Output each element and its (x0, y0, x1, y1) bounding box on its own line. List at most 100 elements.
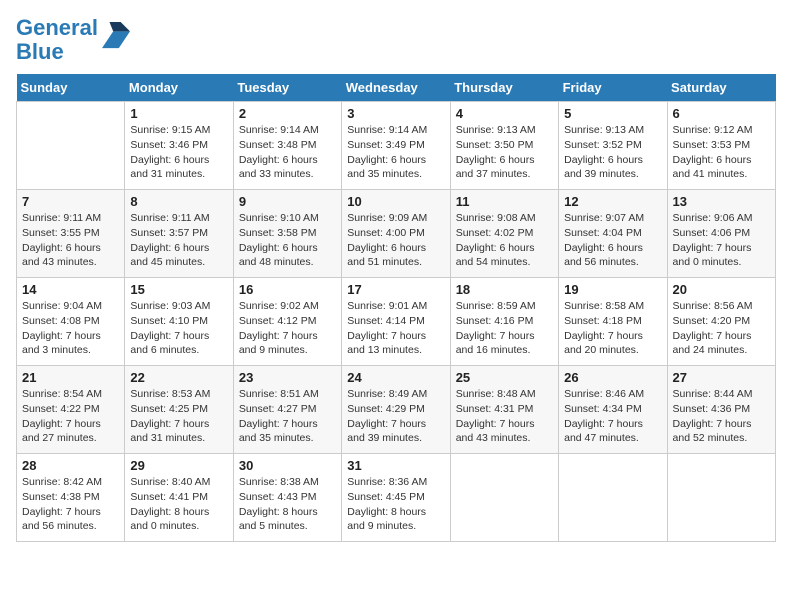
calendar-cell: 1 Sunrise: 9:15 AMSunset: 3:46 PMDaylight… (125, 102, 233, 190)
day-info: Sunrise: 9:13 AMSunset: 3:52 PMDaylight:… (564, 123, 661, 182)
day-number: 5 (564, 106, 661, 121)
calendar-cell: 7Sunrise: 9:11 AMSunset: 3:55 PMDaylight… (17, 190, 125, 278)
day-of-week-header: Friday (559, 74, 667, 102)
calendar-cell: 30 Sunrise: 8:38 AMSunset: 4:43 PMDayligh… (233, 454, 341, 542)
logo: General Blue (16, 16, 130, 64)
day-info: Sunrise: 9:12 AMSunset: 3:53 PMDaylight:… (673, 123, 770, 182)
calendar-cell: 21 Sunrise: 8:54 AMSunset: 4:22 PMDayligh… (17, 366, 125, 454)
calendar-cell: 16 Sunrise: 9:02 AMSunset: 4:12 PMDayligh… (233, 278, 341, 366)
day-info: Sunrise: 9:14 AMSunset: 3:48 PMDaylight:… (239, 123, 336, 182)
calendar-cell: 8Sunrise: 9:11 AMSunset: 3:57 PMDaylight… (125, 190, 233, 278)
calendar-cell (667, 454, 775, 542)
day-number: 16 (239, 282, 336, 297)
day-info: Sunrise: 9:07 AMSunset: 4:04 PMDaylight:… (564, 211, 661, 270)
day-of-week-header: Monday (125, 74, 233, 102)
day-number: 13 (673, 194, 770, 209)
calendar-cell: 31Sunrise: 8:36 AMSunset: 4:45 PMDayligh… (342, 454, 450, 542)
day-info: Sunrise: 8:42 AMSunset: 4:38 PMDaylight:… (22, 475, 119, 534)
day-number: 2 (239, 106, 336, 121)
day-number: 9 (239, 194, 336, 209)
calendar-cell (559, 454, 667, 542)
day-number: 28 (22, 458, 119, 473)
calendar-cell: 9 Sunrise: 9:10 AMSunset: 3:58 PMDaylight… (233, 190, 341, 278)
calendar-cell: 24Sunrise: 8:49 AMSunset: 4:29 PMDayligh… (342, 366, 450, 454)
calendar-cell: 15Sunrise: 9:03 AMSunset: 4:10 PMDayligh… (125, 278, 233, 366)
calendar-cell: 29Sunrise: 8:40 AMSunset: 4:41 PMDayligh… (125, 454, 233, 542)
day-number: 11 (456, 194, 553, 209)
calendar-cell: 11 Sunrise: 9:08 AMSunset: 4:02 PMDayligh… (450, 190, 558, 278)
calendar-cell: 5 Sunrise: 9:13 AMSunset: 3:52 PMDaylight… (559, 102, 667, 190)
day-info: Sunrise: 8:54 AMSunset: 4:22 PMDaylight:… (22, 387, 119, 446)
day-number: 21 (22, 370, 119, 385)
calendar-week-row: 14 Sunrise: 9:04 AMSunset: 4:08 PMDayligh… (17, 278, 776, 366)
day-info: Sunrise: 8:56 AMSunset: 4:20 PMDaylight:… (673, 299, 770, 358)
day-info: Sunrise: 8:38 AMSunset: 4:43 PMDaylight:… (239, 475, 336, 534)
day-number: 6 (673, 106, 770, 121)
day-info: Sunrise: 8:46 AMSunset: 4:34 PMDaylight:… (564, 387, 661, 446)
calendar-week-row: 28 Sunrise: 8:42 AMSunset: 4:38 PMDayligh… (17, 454, 776, 542)
day-info: Sunrise: 9:15 AMSunset: 3:46 PMDaylight:… (130, 123, 227, 182)
day-info: Sunrise: 8:49 AMSunset: 4:29 PMDaylight:… (347, 387, 444, 446)
day-info: Sunrise: 9:03 AMSunset: 4:10 PMDaylight:… (130, 299, 227, 358)
calendar-cell: 14 Sunrise: 9:04 AMSunset: 4:08 PMDayligh… (17, 278, 125, 366)
day-info: Sunrise: 8:40 AMSunset: 4:41 PMDaylight:… (130, 475, 227, 534)
day-number: 30 (239, 458, 336, 473)
day-number: 12 (564, 194, 661, 209)
calendar-week-row: 1 Sunrise: 9:15 AMSunset: 3:46 PMDaylight… (17, 102, 776, 190)
calendar-cell: 4 Sunrise: 9:13 AMSunset: 3:50 PMDaylight… (450, 102, 558, 190)
day-number: 7 (22, 194, 119, 209)
calendar-cell: 6 Sunrise: 9:12 AMSunset: 3:53 PMDaylight… (667, 102, 775, 190)
day-of-week-header: Sunday (17, 74, 125, 102)
calendar-cell: 10 Sunrise: 9:09 AMSunset: 4:00 PMDayligh… (342, 190, 450, 278)
day-of-week-header: Tuesday (233, 74, 341, 102)
calendar-cell: 18Sunrise: 8:59 AMSunset: 4:16 PMDayligh… (450, 278, 558, 366)
day-number: 14 (22, 282, 119, 297)
day-info: Sunrise: 9:02 AMSunset: 4:12 PMDaylight:… (239, 299, 336, 358)
day-info: Sunrise: 8:53 AMSunset: 4:25 PMDaylight:… (130, 387, 227, 446)
day-info: Sunrise: 9:08 AMSunset: 4:02 PMDaylight:… (456, 211, 553, 270)
day-info: Sunrise: 9:01 AMSunset: 4:14 PMDaylight:… (347, 299, 444, 358)
calendar-cell: 27 Sunrise: 8:44 AMSunset: 4:36 PMDayligh… (667, 366, 775, 454)
day-number: 3 (347, 106, 444, 121)
day-number: 25 (456, 370, 553, 385)
calendar-cell: 19 Sunrise: 8:58 AMSunset: 4:18 PMDayligh… (559, 278, 667, 366)
day-info: Sunrise: 8:51 AMSunset: 4:27 PMDaylight:… (239, 387, 336, 446)
day-number: 19 (564, 282, 661, 297)
day-info: Sunrise: 9:11 AMSunset: 3:57 PMDaylight:… (130, 211, 227, 270)
day-of-week-header: Thursday (450, 74, 558, 102)
day-of-week-row: SundayMondayTuesdayWednesdayThursdayFrid… (17, 74, 776, 102)
calendar-week-row: 7Sunrise: 9:11 AMSunset: 3:55 PMDaylight… (17, 190, 776, 278)
day-info: Sunrise: 9:04 AMSunset: 4:08 PMDaylight:… (22, 299, 119, 358)
day-info: Sunrise: 9:09 AMSunset: 4:00 PMDaylight:… (347, 211, 444, 270)
calendar-cell (17, 102, 125, 190)
calendar-cell: 20 Sunrise: 8:56 AMSunset: 4:20 PMDayligh… (667, 278, 775, 366)
day-info: Sunrise: 9:06 AMSunset: 4:06 PMDaylight:… (673, 211, 770, 270)
calendar-table: SundayMondayTuesdayWednesdayThursdayFrid… (16, 74, 776, 542)
day-number: 27 (673, 370, 770, 385)
day-number: 20 (673, 282, 770, 297)
calendar-cell: 3Sunrise: 9:14 AMSunset: 3:49 PMDaylight… (342, 102, 450, 190)
day-number: 10 (347, 194, 444, 209)
calendar-cell: 13 Sunrise: 9:06 AMSunset: 4:06 PMDayligh… (667, 190, 775, 278)
day-info: Sunrise: 8:58 AMSunset: 4:18 PMDaylight:… (564, 299, 661, 358)
day-info: Sunrise: 9:13 AMSunset: 3:50 PMDaylight:… (456, 123, 553, 182)
day-number: 1 (130, 106, 227, 121)
calendar-cell: 25Sunrise: 8:48 AMSunset: 4:31 PMDayligh… (450, 366, 558, 454)
day-number: 18 (456, 282, 553, 297)
calendar-cell: 2 Sunrise: 9:14 AMSunset: 3:48 PMDaylight… (233, 102, 341, 190)
calendar-cell: 12 Sunrise: 9:07 AMSunset: 4:04 PMDayligh… (559, 190, 667, 278)
day-of-week-header: Wednesday (342, 74, 450, 102)
day-info: Sunrise: 9:10 AMSunset: 3:58 PMDaylight:… (239, 211, 336, 270)
calendar-cell: 26Sunrise: 8:46 AMSunset: 4:34 PMDayligh… (559, 366, 667, 454)
day-number: 17 (347, 282, 444, 297)
day-number: 4 (456, 106, 553, 121)
calendar-cell: 23 Sunrise: 8:51 AMSunset: 4:27 PMDayligh… (233, 366, 341, 454)
calendar-body: 1 Sunrise: 9:15 AMSunset: 3:46 PMDaylight… (17, 102, 776, 542)
day-number: 22 (130, 370, 227, 385)
day-of-week-header: Saturday (667, 74, 775, 102)
day-info: Sunrise: 8:44 AMSunset: 4:36 PMDaylight:… (673, 387, 770, 446)
day-number: 23 (239, 370, 336, 385)
logo-text: General Blue (16, 16, 98, 64)
calendar-week-row: 21 Sunrise: 8:54 AMSunset: 4:22 PMDayligh… (17, 366, 776, 454)
logo-icon (102, 22, 130, 50)
